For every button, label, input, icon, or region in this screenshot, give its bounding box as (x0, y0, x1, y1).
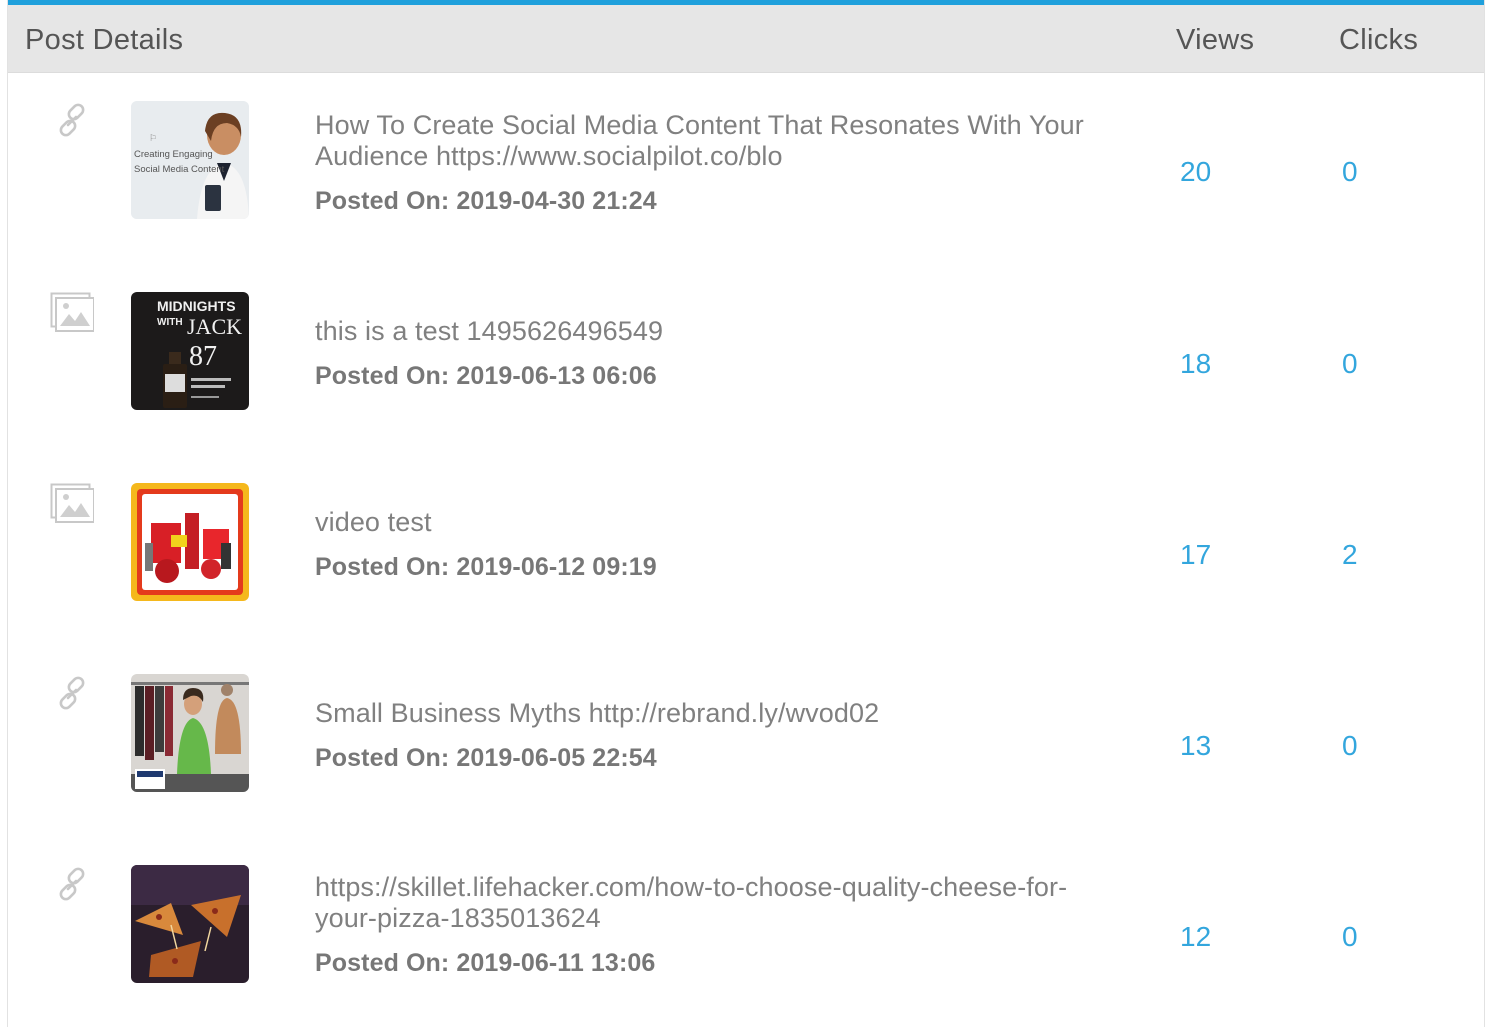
link-icon (59, 103, 85, 137)
posted-on-date: Posted On: 2019-06-11 13:06 (315, 949, 656, 977)
midnights-with-jack-thumbnail[interactable]: MIDNIGHTS WITH JACK 87 (131, 292, 249, 410)
post-text-block[interactable]: Small Business Myths http://rebrand.ly/w… (315, 698, 1115, 773)
posted-on-date: Posted On: 2019-04-30 21:24 (315, 187, 657, 215)
post-text-line[interactable]: Small Business Myths http://rebrand.ly/w… (315, 698, 1115, 729)
header-views[interactable]: Views (1176, 24, 1254, 57)
social-media-content-thumbnail[interactable]: ⚐ Creating Engaging Social Media Content (131, 101, 249, 219)
post-text-line[interactable]: Audience https://www.socialpilot.co/blo (315, 141, 1115, 172)
svg-text:⚐: ⚐ (149, 133, 157, 143)
tailor-shop-thumbnail[interactable] (131, 674, 249, 792)
table-row[interactable]: https://skillet.lifehacker.com/how-to-ch… (8, 838, 1484, 1029)
table-row[interactable]: Small Business Myths http://rebrand.ly/w… (8, 647, 1484, 838)
image-icon (50, 292, 94, 332)
thumbnail-caption-4: 87 (189, 341, 217, 372)
thumbnail-caption-1: MIDNIGHTS (157, 298, 236, 314)
views-count: 12 (1180, 921, 1212, 952)
clicks-count: 0 (1342, 921, 1358, 952)
posted-on-date: Posted On: 2019-06-05 22:54 (315, 744, 657, 772)
thumbnail-caption-1: Creating Engaging (134, 149, 213, 160)
post-text-block[interactable]: this is a test 1495626496549 Posted On: … (315, 316, 1115, 391)
pizza-thumbnail[interactable] (131, 865, 249, 983)
table-row[interactable]: ⚐ Creating Engaging Social Media Content… (8, 74, 1484, 265)
clicks-count: 0 (1342, 156, 1358, 187)
post-stats-panel: Post Details Views Clicks ⚐ Creating Eng… (7, 0, 1485, 1027)
table-header: Post Details Views Clicks (8, 5, 1484, 73)
thumbnail-caption-2: WITH (157, 317, 183, 328)
thumbnail-caption-3: JACK (187, 314, 242, 339)
clicks-count: 0 (1342, 348, 1358, 379)
views-count: 18 (1180, 348, 1212, 379)
tools-products-thumbnail[interactable] (131, 483, 249, 601)
post-text-line[interactable]: this is a test 1495626496549 (315, 316, 1115, 347)
post-text-line[interactable]: your-pizza-1835013624 (315, 903, 1115, 934)
header-clicks[interactable]: Clicks (1339, 24, 1418, 57)
thumbnail-caption-2: Social Media Content (134, 164, 225, 175)
posted-on-date: Posted On: 2019-06-13 06:06 (315, 362, 657, 390)
post-text-line[interactable]: video test (315, 507, 1115, 538)
link-icon (59, 676, 85, 710)
clicks-count: 2 (1342, 539, 1358, 570)
clicks-count: 0 (1342, 730, 1358, 761)
table-row[interactable]: video test Posted On: 2019-06-12 09:19 1… (8, 456, 1484, 647)
post-text-block[interactable]: https://skillet.lifehacker.com/how-to-ch… (315, 872, 1115, 978)
post-text-block[interactable]: How To Create Social Media Content That … (315, 110, 1115, 216)
post-text-block[interactable]: video test Posted On: 2019-06-12 09:19 (315, 507, 1115, 582)
image-icon (50, 483, 94, 523)
link-icon (59, 867, 85, 901)
views-count: 17 (1180, 539, 1212, 570)
views-count: 13 (1180, 730, 1212, 761)
post-text-line[interactable]: https://skillet.lifehacker.com/how-to-ch… (315, 872, 1115, 903)
header-post-details[interactable]: Post Details (25, 24, 183, 57)
table-row[interactable]: MIDNIGHTS WITH JACK 87 this is a test 14… (8, 265, 1484, 456)
views-count: 20 (1180, 156, 1212, 187)
post-text-line[interactable]: How To Create Social Media Content That … (315, 110, 1115, 141)
posted-on-date: Posted On: 2019-06-12 09:19 (315, 553, 657, 581)
